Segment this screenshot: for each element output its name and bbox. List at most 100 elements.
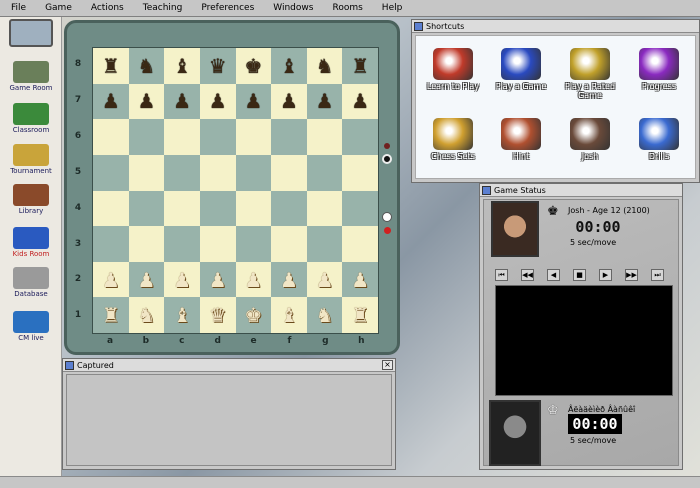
square-g2[interactable]: ♟ — [306, 261, 343, 298]
square-g7[interactable]: ♟ — [306, 83, 343, 120]
window-menu-icon[interactable] — [65, 361, 74, 370]
white-knight-piece[interactable]: ♞ — [316, 305, 334, 325]
black-pawn-piece[interactable]: ♟ — [316, 91, 334, 111]
square-f3[interactable] — [271, 226, 307, 262]
shortcut-play-a-game[interactable]: Play a Game — [488, 48, 554, 91]
square-b3[interactable] — [128, 226, 165, 262]
black-pawn-piece[interactable]: ♟ — [137, 91, 155, 111]
black-pawn-piece[interactable]: ♟ — [173, 91, 191, 111]
shortcut-chess-sets[interactable]: Chess Sets — [420, 118, 486, 161]
black-queen-piece[interactable]: ♛ — [209, 56, 227, 76]
black-rook-piece[interactable]: ♜ — [102, 56, 120, 76]
square-d5[interactable] — [199, 154, 236, 191]
square-h5[interactable] — [342, 154, 378, 191]
square-e4[interactable] — [235, 190, 272, 227]
square-c4[interactable] — [164, 190, 200, 227]
sidebar-item-classroom[interactable]: Classroom — [2, 103, 60, 134]
first-move-button[interactable]: ⏮ — [495, 269, 508, 281]
square-h6[interactable] — [342, 119, 378, 155]
square-b4[interactable] — [128, 190, 165, 227]
shortcut-hint[interactable]: Hint — [488, 118, 554, 161]
square-g4[interactable] — [306, 190, 343, 227]
square-d1[interactable]: ♛ — [199, 297, 236, 333]
square-b2[interactable]: ♟ — [128, 261, 165, 298]
square-h3[interactable] — [342, 226, 378, 262]
white-bishop-piece[interactable]: ♝ — [173, 305, 191, 325]
shortcut-drills[interactable]: Drills — [626, 118, 692, 161]
forward-button[interactable]: ▶ — [599, 269, 612, 281]
menu-game[interactable]: Game — [45, 3, 72, 13]
white-knight-piece[interactable]: ♞ — [137, 305, 155, 325]
white-pawn-piece[interactable]: ♟ — [102, 270, 120, 290]
white-rook-piece[interactable]: ♜ — [102, 305, 120, 325]
square-a1[interactable]: ♜ — [93, 297, 129, 333]
square-g3[interactable] — [306, 226, 343, 262]
square-e1[interactable]: ♚ — [235, 297, 272, 333]
square-c1[interactable]: ♝ — [164, 297, 200, 333]
next-move-button[interactable]: ▶▶ — [625, 269, 638, 281]
shortcut-progress[interactable]: Progress — [626, 48, 692, 91]
white-king-piece[interactable]: ♚ — [244, 305, 262, 325]
sidebar-logo-button[interactable] — [2, 19, 60, 48]
black-pawn-piece[interactable]: ♟ — [209, 91, 227, 111]
sidebar-item-game-room[interactable]: Game Room — [2, 61, 60, 92]
square-c6[interactable] — [164, 119, 200, 155]
menu-teaching[interactable]: Teaching — [143, 3, 183, 13]
square-d6[interactable] — [199, 119, 236, 155]
square-a5[interactable] — [93, 154, 129, 191]
square-c3[interactable] — [164, 226, 200, 262]
square-d2[interactable]: ♟ — [199, 261, 236, 298]
square-e2[interactable]: ♟ — [235, 261, 272, 298]
black-bishop-piece[interactable]: ♝ — [173, 56, 191, 76]
menu-file[interactable]: File — [11, 3, 26, 13]
square-a2[interactable]: ♟ — [93, 261, 129, 298]
square-d7[interactable]: ♟ — [199, 83, 236, 120]
stop-button[interactable]: ■ — [573, 269, 586, 281]
menu-actions[interactable]: Actions — [91, 3, 124, 13]
previous-move-button[interactable]: ◀◀ — [521, 269, 534, 281]
white-pawn-piece[interactable]: ♟ — [137, 270, 155, 290]
black-rook-piece[interactable]: ♜ — [351, 56, 369, 76]
white-pawn-piece[interactable]: ♟ — [280, 270, 298, 290]
menu-rooms[interactable]: Rooms — [332, 3, 362, 13]
white-pawn-piece[interactable]: ♟ — [173, 270, 191, 290]
black-pawn-piece[interactable]: ♟ — [280, 91, 298, 111]
square-d4[interactable] — [199, 190, 236, 227]
square-c7[interactable]: ♟ — [164, 83, 200, 120]
move-list[interactable] — [495, 285, 673, 396]
shortcut-play-a-rated-game[interactable]: Play a Rated Game — [557, 48, 623, 100]
white-rook-piece[interactable]: ♜ — [351, 305, 369, 325]
square-b6[interactable] — [128, 119, 165, 155]
square-c5[interactable] — [164, 154, 200, 191]
square-h4[interactable] — [342, 190, 378, 227]
black-knight-piece[interactable]: ♞ — [137, 56, 155, 76]
square-e5[interactable] — [235, 154, 272, 191]
square-a8[interactable]: ♜ — [93, 48, 129, 84]
status-titlebar[interactable]: Game Status — [480, 184, 682, 197]
square-b1[interactable]: ♞ — [128, 297, 165, 333]
window-menu-icon[interactable] — [482, 186, 491, 195]
square-f8[interactable]: ♝ — [271, 48, 307, 84]
white-queen-piece[interactable]: ♛ — [209, 305, 227, 325]
square-f6[interactable] — [271, 119, 307, 155]
shortcut-learn-to-play[interactable]: Learn to Play — [420, 48, 486, 91]
white-bishop-piece[interactable]: ♝ — [280, 305, 298, 325]
square-a3[interactable] — [93, 226, 129, 262]
square-f4[interactable] — [271, 190, 307, 227]
square-c2[interactable]: ♟ — [164, 261, 200, 298]
square-f7[interactable]: ♟ — [271, 83, 307, 120]
window-menu-icon[interactable] — [414, 22, 423, 31]
square-h2[interactable]: ♟ — [342, 261, 378, 298]
white-pawn-piece[interactable]: ♟ — [351, 270, 369, 290]
sidebar-item-database[interactable]: Database — [2, 267, 60, 298]
square-e8[interactable]: ♚ — [235, 48, 272, 84]
square-h1[interactable]: ♜ — [342, 297, 378, 333]
sidebar-item-cm-live[interactable]: CM live — [2, 311, 60, 342]
square-g6[interactable] — [306, 119, 343, 155]
shortcuts-titlebar[interactable]: Shortcuts — [412, 20, 699, 33]
last-move-button[interactable]: ⏭ — [651, 269, 664, 281]
square-b5[interactable] — [128, 154, 165, 191]
square-a7[interactable]: ♟ — [93, 83, 129, 120]
captured-titlebar[interactable]: Captured × — [63, 359, 395, 372]
square-g5[interactable] — [306, 154, 343, 191]
